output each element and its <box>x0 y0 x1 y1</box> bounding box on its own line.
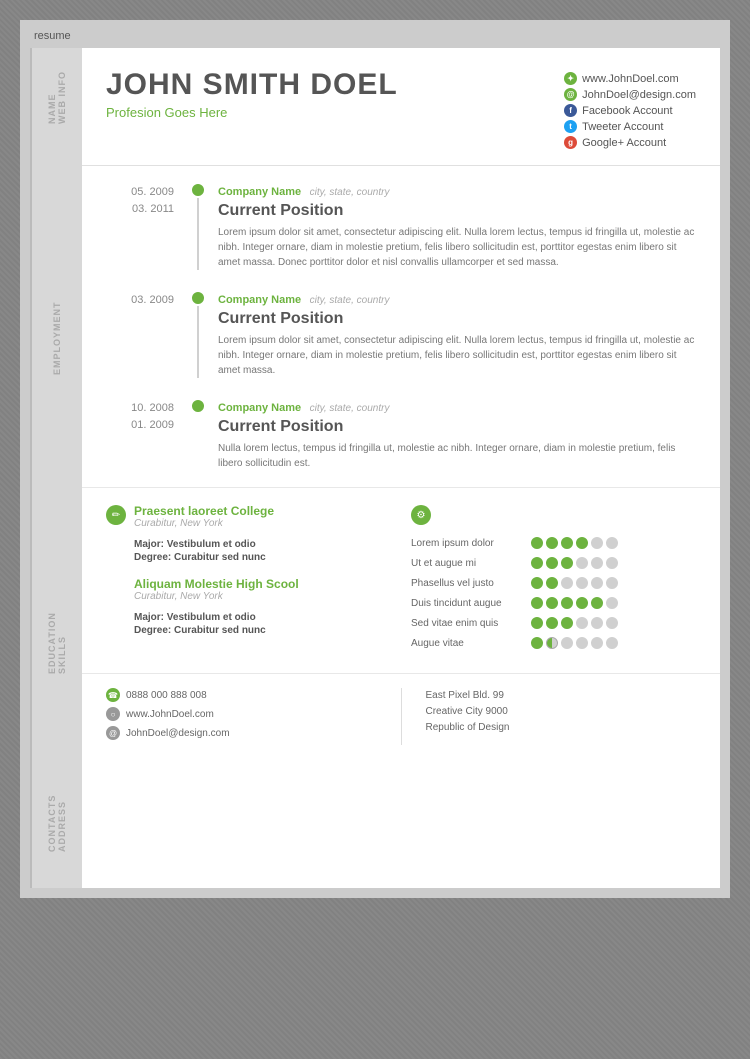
edu-header-1: ✏ Praesent laoreet College Curabitur, Ne… <box>106 504 391 529</box>
skill-item-3: Phasellus vel justo <box>411 577 696 589</box>
edu-degree-1: Degree: Curabitur sed nunc <box>106 552 391 563</box>
facebook-text: Facebook Account <box>582 105 673 117</box>
sidebar-education-skills: EDUCATIONSKILLS <box>30 528 82 758</box>
job-timeline-3 <box>186 398 210 471</box>
contact-facebook: f Facebook Account <box>564 104 696 117</box>
skill-item-4: Duis tincidunt augue <box>411 597 696 609</box>
job-entry-3: 10. 2008 01. 2009 Company Name city, sta… <box>106 398 696 471</box>
address-line3: Republic of Design <box>426 720 697 736</box>
timeline-dot-2 <box>192 292 204 304</box>
education-skills-section: ✏ Praesent laoreet College Curabitur, Ne… <box>82 488 720 674</box>
edu-header-2: Aliquam Molestie High Scool Curabitur, N… <box>106 577 391 602</box>
skill-dots-1 <box>531 537 618 549</box>
job-position-3: Current Position <box>218 418 696 436</box>
edu-entry-1: ✏ Praesent laoreet College Curabitur, Ne… <box>106 504 391 563</box>
sidebar-contacts: CONTACTSADDRESS <box>30 758 82 888</box>
timeline-line-1 <box>197 198 199 270</box>
skill-item-5: Sed vitae enim quis <box>411 617 696 629</box>
address-line2: Creative City 9000 <box>426 704 697 720</box>
email-small-icon: @ <box>106 726 120 740</box>
header-contact-list: ✦ www.JohnDoel.com @ JohnDoel@design.com… <box>564 72 696 149</box>
resume-container: NAMEWEB INFO EMPLOYMENT EDUCATIONSKILLS … <box>30 48 720 888</box>
employment-section: 05. 2009 03. 2011 Company Name city, sta… <box>82 166 720 488</box>
contact-google: g Google+ Account <box>564 136 696 149</box>
skill-dots-4 <box>531 597 618 609</box>
full-name: JOHN SMITH DOEL <box>106 68 564 101</box>
job-details-2: Company Name city, state, country Curren… <box>210 290 696 378</box>
school-name-1: Praesent laoreet College <box>134 504 274 518</box>
job-company-2: Company Name city, state, country <box>218 290 696 308</box>
skill-dots-2 <box>531 557 618 569</box>
timeline-dot-1 <box>192 184 204 196</box>
job-dates-1: 05. 2009 03. 2011 <box>106 182 186 270</box>
skill-item-1: Lorem ipsum dolor <box>411 537 696 549</box>
job-details-3: Company Name city, state, country Curren… <box>210 398 696 471</box>
job-position-1: Current Position <box>218 202 696 220</box>
page-wrapper: resume NAMEWEB INFO EMPLOYMENT EDUCATION… <box>20 20 730 898</box>
phone-line: ☎ 0888 000 888 008 <box>106 688 377 702</box>
sidebar-employment: EMPLOYMENT <box>30 148 82 528</box>
web-icon: ✦ <box>564 72 577 85</box>
email-icon: @ <box>564 88 577 101</box>
school-loc-1: Curabitur, New York <box>134 518 274 529</box>
skill-dots-5 <box>531 617 618 629</box>
sidebar: NAMEWEB INFO EMPLOYMENT EDUCATIONSKILLS … <box>30 48 82 888</box>
job-dates-3: 10. 2008 01. 2009 <box>106 398 186 471</box>
job-company-1: Company Name city, state, country <box>218 182 696 200</box>
contacts-right: East Pixel Bld. 99 Creative City 9000 Re… <box>426 688 697 745</box>
sidebar-name: NAMEWEB INFO <box>30 48 82 148</box>
school-name-2: Aliquam Molestie High Scool <box>134 577 299 591</box>
skill-dots-6 <box>531 637 618 649</box>
job-details-1: Company Name city, state, country Curren… <box>210 182 696 270</box>
facebook-icon: f <box>564 104 577 117</box>
twitter-icon: t <box>564 120 577 133</box>
edu-major-1: Major: Vestibulum et odio <box>106 539 391 550</box>
vertical-divider <box>401 688 402 745</box>
job-timeline-1 <box>186 182 210 270</box>
job-entry-2: 03. 2009 Company Name city, state, count… <box>106 290 696 378</box>
job-position-2: Current Position <box>218 310 696 328</box>
header-section: JOHN SMITH DOEL Profesion Goes Here ✦ ww… <box>82 48 720 166</box>
address-line1: East Pixel Bld. 99 <box>426 688 697 704</box>
email-text: JohnDoel@design.com <box>582 89 696 101</box>
edu-degree-2: Degree: Curabitur sed nunc <box>106 625 391 636</box>
edu-major-2: Major: Vestibulum et odio <box>106 612 391 623</box>
header-left: JOHN SMITH DOEL Profesion Goes Here <box>106 68 564 149</box>
email-line: @ JohnDoel@design.com <box>106 726 377 740</box>
education-column: ✏ Praesent laoreet College Curabitur, Ne… <box>106 504 391 657</box>
job-desc-3: Nulla lorem lectus, tempus id fringilla … <box>218 441 696 471</box>
contact-twitter: t Tweeter Account <box>564 120 696 133</box>
contacts-left: ☎ 0888 000 888 008 ○ www.JohnDoel.com @ … <box>106 688 377 745</box>
skill-dots-3 <box>531 577 618 589</box>
google-icon: g <box>564 136 577 149</box>
twitter-text: Tweeter Account <box>582 121 663 133</box>
skill-item-6: Augue vitae <box>411 637 696 649</box>
timeline-dot-3 <box>192 400 204 412</box>
website-line: ○ www.JohnDoel.com <box>106 707 377 721</box>
job-company-3: Company Name city, state, country <box>218 398 696 416</box>
edu-entry-2: Aliquam Molestie High Scool Curabitur, N… <box>106 577 391 636</box>
timeline-line-2 <box>197 306 199 378</box>
contact-email: @ JohnDoel@design.com <box>564 88 696 101</box>
school-loc-2: Curabitur, New York <box>134 591 299 602</box>
job-dates-2: 03. 2009 <box>106 290 186 378</box>
skill-item-2: Ut et augue mi <box>411 557 696 569</box>
main-content: JOHN SMITH DOEL Profesion Goes Here ✦ ww… <box>82 48 720 888</box>
contact-website: ✦ www.JohnDoel.com <box>564 72 696 85</box>
skills-column: ⚙ Lorem ipsum dolor <box>411 504 696 657</box>
job-timeline-2 <box>186 290 210 378</box>
skills-icon: ⚙ <box>411 505 431 525</box>
resume-label: resume <box>30 30 720 42</box>
phone-icon: ☎ <box>106 688 120 702</box>
profession: Profesion Goes Here <box>106 105 564 120</box>
pencil-icon: ✏ <box>106 505 126 525</box>
job-desc-2: Lorem ipsum dolor sit amet, consectetur … <box>218 333 696 378</box>
job-entry-1: 05. 2009 03. 2011 Company Name city, sta… <box>106 182 696 270</box>
contacts-section: ☎ 0888 000 888 008 ○ www.JohnDoel.com @ … <box>82 674 720 759</box>
website-text: www.JohnDoel.com <box>582 73 679 85</box>
globe-icon: ○ <box>106 707 120 721</box>
job-desc-1: Lorem ipsum dolor sit amet, consectetur … <box>218 225 696 270</box>
google-text: Google+ Account <box>582 137 666 149</box>
